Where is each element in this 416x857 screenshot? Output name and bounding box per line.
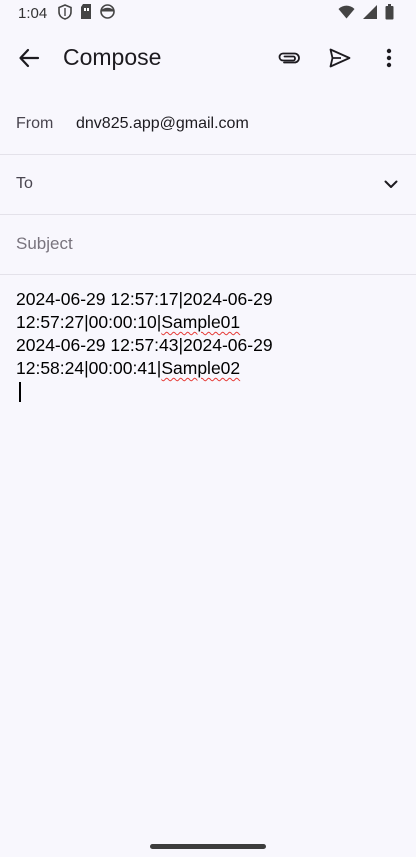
wifi-icon bbox=[338, 5, 355, 24]
spellcheck-word: Sample02 bbox=[161, 358, 241, 378]
status-left-icons bbox=[58, 3, 115, 25]
shield-icon bbox=[58, 3, 72, 25]
text-cursor bbox=[19, 382, 21, 402]
body-line: 12:57:27|00:00:10|Sample01 bbox=[16, 311, 396, 334]
chevron-down-icon bbox=[384, 176, 398, 193]
body-line: 2024-06-29 12:57:17|2024-06-29 bbox=[16, 289, 273, 309]
from-address[interactable]: dnv825.app@gmail.com bbox=[76, 115, 249, 133]
from-label: From bbox=[16, 115, 54, 132]
signal-icon bbox=[363, 4, 377, 24]
status-time: 1:04 bbox=[18, 5, 48, 22]
attach-button[interactable] bbox=[269, 40, 309, 80]
more-options-button[interactable] bbox=[369, 40, 409, 80]
back-button[interactable] bbox=[9, 40, 49, 80]
body-line: 12:58:24|00:00:41|Sample02 bbox=[16, 357, 396, 380]
body-text: 12:58:24|00:00:41| bbox=[16, 358, 162, 378]
paperclip-icon bbox=[277, 51, 301, 70]
subject-row[interactable]: Subject bbox=[0, 214, 416, 275]
more-vert-icon bbox=[386, 48, 392, 73]
send-button[interactable] bbox=[320, 40, 360, 80]
face-icon bbox=[100, 4, 115, 24]
body-text: 12:57:27|00:00:10| bbox=[16, 312, 162, 332]
status-right-icons bbox=[338, 3, 394, 25]
page-title: Compose bbox=[63, 44, 162, 70]
send-icon bbox=[329, 48, 351, 73]
sim-card-icon bbox=[80, 4, 92, 24]
body-line: 2024-06-29 12:57:43|2024-06-29 bbox=[16, 335, 273, 355]
gesture-nav-handle[interactable] bbox=[150, 844, 266, 849]
arrow-back-icon bbox=[18, 47, 40, 74]
to-label: To bbox=[16, 175, 33, 192]
subject-input[interactable]: Subject bbox=[16, 234, 73, 254]
from-row[interactable]: From dnv825.app@gmail.com bbox=[0, 94, 416, 155]
expand-recipients-button[interactable] bbox=[384, 176, 398, 194]
to-row[interactable]: To bbox=[0, 154, 416, 215]
message-body[interactable]: 2024-06-29 12:57:17|2024-06-29 12:57:27|… bbox=[16, 288, 396, 380]
spellcheck-word: Sample01 bbox=[161, 312, 241, 332]
status-bar: 1:04 bbox=[0, 0, 416, 28]
to-input[interactable] bbox=[60, 168, 360, 200]
app-bar: Compose bbox=[0, 28, 416, 92]
battery-icon bbox=[385, 3, 394, 25]
